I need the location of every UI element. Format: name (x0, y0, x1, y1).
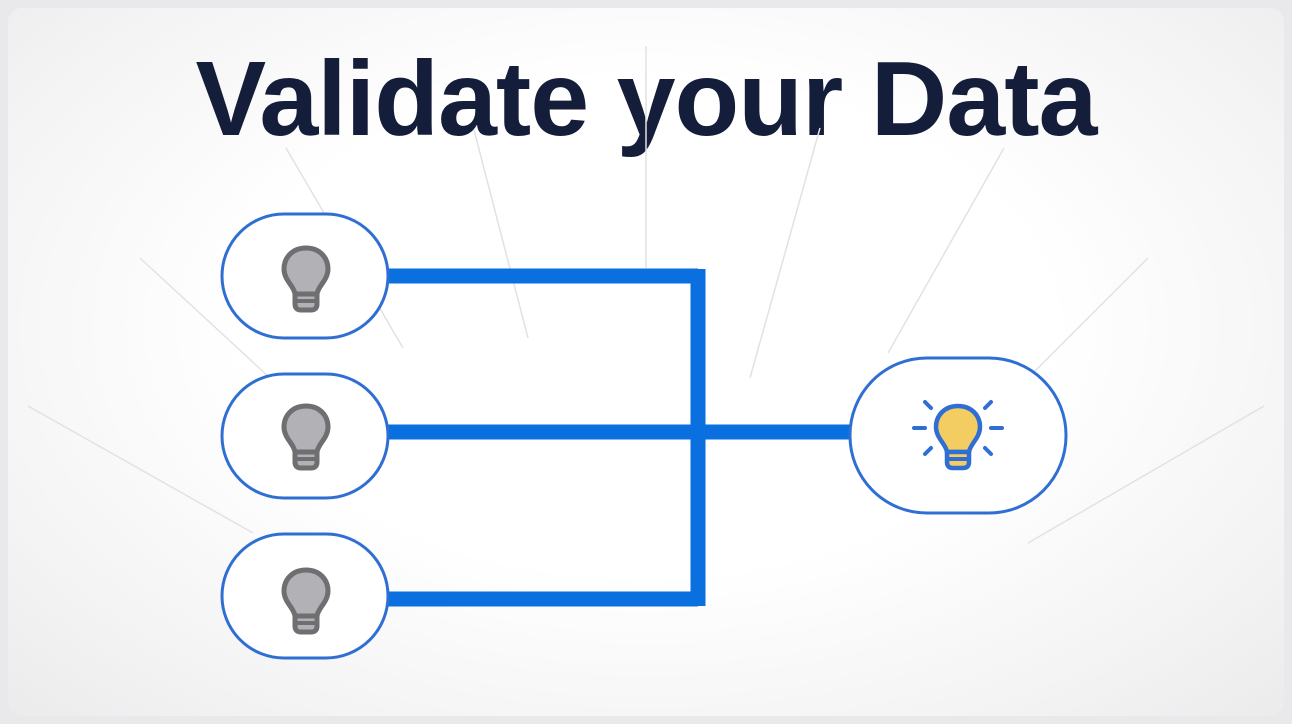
input-node-3 (220, 532, 390, 660)
input-node-1 (220, 212, 390, 340)
background-rays (27, 46, 1265, 544)
flow-diagram (27, 46, 1265, 660)
output-node (848, 356, 1068, 515)
connectors (386, 268, 853, 607)
canvas: Validate your Data (8, 8, 1284, 716)
input-node-2 (220, 372, 390, 500)
